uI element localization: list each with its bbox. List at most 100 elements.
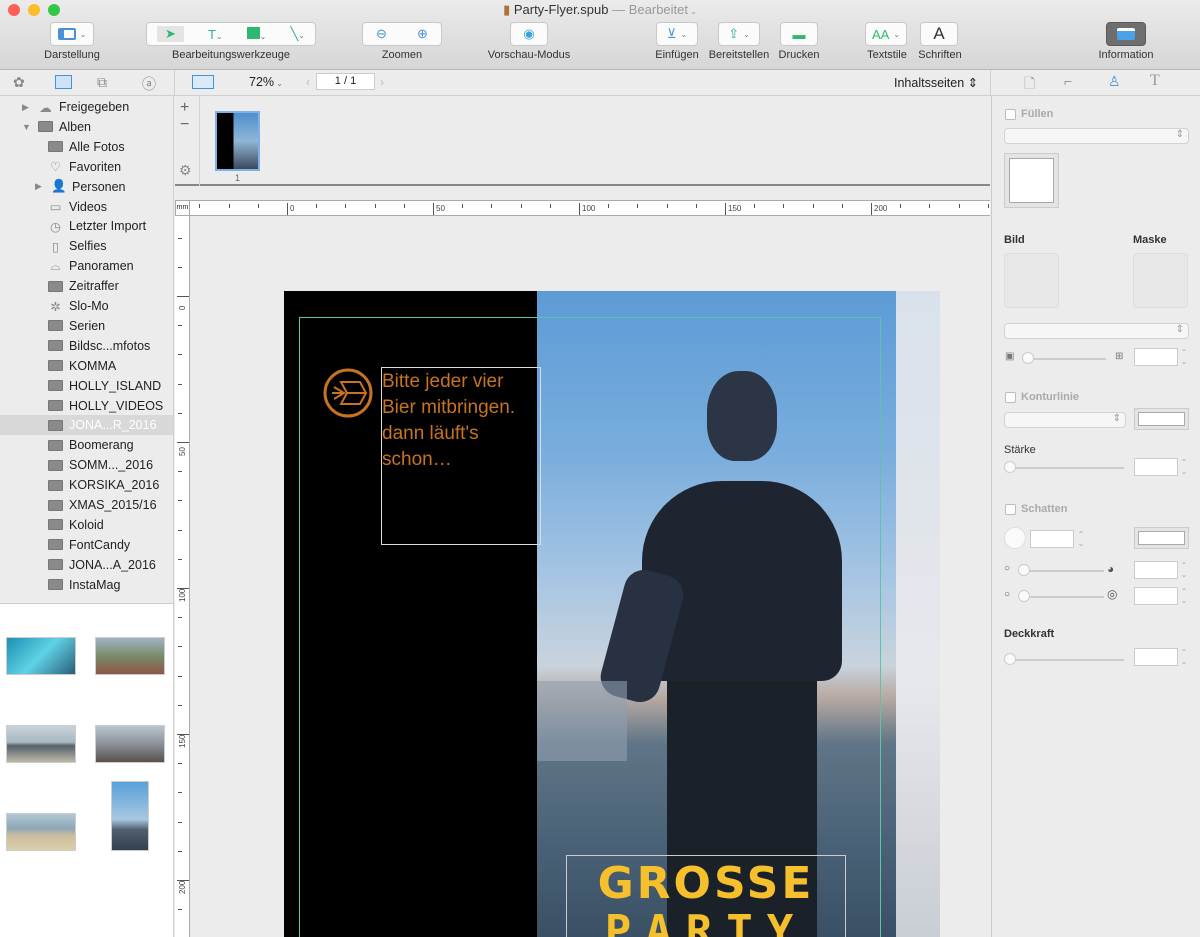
remove-page-button[interactable]: −	[180, 116, 189, 134]
stepper[interactable]: ⌃ ⌄	[1180, 561, 1188, 579]
stepper[interactable]: ⌃ ⌄	[1180, 348, 1188, 366]
sidebar-item[interactable]: ▯ Selfies	[48, 236, 106, 256]
sidebar-item[interactable]: HOLLY_ISLAND	[48, 376, 161, 396]
headline-box[interactable]: GROSSE PARTY	[566, 855, 846, 937]
page-thumbnail[interactable]	[215, 111, 260, 171]
print-button[interactable]: ▬	[780, 22, 818, 46]
effects-tab-icon[interactable]: ✿	[13, 74, 25, 91]
horizontal-ruler[interactable]: 0 50 100 150 200	[190, 200, 990, 216]
stepper[interactable]: ⌃ ⌄	[1180, 587, 1188, 605]
sidebar-item[interactable]: Serien	[48, 316, 105, 336]
sidebar-item[interactable]: ▶ 👤 Personen	[35, 177, 126, 197]
ruler-tab-icon[interactable]: ⌐	[1064, 73, 1072, 89]
style-brush-tab-icon[interactable]: ♙	[1108, 73, 1121, 90]
vertical-ruler[interactable]: 0 50 100 150 200	[175, 200, 190, 937]
sidebar-item[interactable]: ◷ Letzter Import	[48, 216, 146, 236]
slider-knob[interactable]	[1004, 653, 1016, 665]
text-tab-icon[interactable]: ⓐ	[142, 74, 156, 94]
photo-thumbnail[interactable]	[111, 781, 149, 851]
shadow-offset-field[interactable]	[1134, 561, 1178, 579]
image-well[interactable]	[1004, 253, 1059, 308]
shadow-offset-slider[interactable]	[1022, 570, 1104, 572]
disclosure-triangle-icon[interactable]: ▶	[22, 102, 32, 113]
gear-icon[interactable]: ⚙	[179, 162, 192, 179]
photo-thumbnail[interactable]	[6, 637, 76, 675]
shadow-angle-dial[interactable]	[1004, 527, 1026, 549]
slider-knob[interactable]	[1018, 564, 1030, 576]
stroke-checkbox[interactable]	[1005, 392, 1016, 403]
text-format-tab-icon[interactable]: T	[1150, 72, 1160, 90]
page-view-icon[interactable]	[192, 75, 214, 89]
sidebar-item[interactable]: KOMMA	[48, 356, 116, 376]
photos-tab-icon[interactable]	[55, 75, 72, 89]
sidebar-item[interactable]: JONA...R_2016	[0, 415, 173, 436]
photo-thumbnail[interactable]	[95, 725, 165, 763]
stepper[interactable]: ⌃ ⌄	[1180, 458, 1188, 476]
zoom-out-icon[interactable]: ⊖	[376, 26, 387, 42]
edited-status[interactable]: — Bearbeitet	[612, 2, 688, 17]
fill-type-select[interactable]	[1004, 128, 1189, 144]
preview-button[interactable]: ◉	[510, 22, 548, 46]
sidebar-item[interactable]: Bildsc...mfotos	[48, 336, 150, 356]
sidebar-item[interactable]: InstaMag	[48, 575, 120, 595]
strength-field[interactable]	[1134, 458, 1178, 476]
sidebar-item[interactable]: Alle Fotos	[48, 137, 125, 157]
sidebar-item[interactable]: FontCandy	[48, 535, 130, 555]
page-field[interactable]: 1 / 1	[316, 73, 375, 90]
sidebar-item[interactable]: ✲ Slo-Mo	[48, 296, 108, 316]
line-tool-icon[interactable]: ╲⌄	[290, 26, 305, 42]
fill-color-well[interactable]	[1004, 153, 1059, 208]
opacity-slider[interactable]	[1006, 659, 1124, 661]
shadow-color-well[interactable]	[1134, 527, 1189, 549]
stroke-color-well[interactable]	[1134, 408, 1189, 430]
photo-thumbnail[interactable]	[95, 637, 165, 675]
text-box[interactable]: Bitte jeder vier Bier mitbringen. dann l…	[381, 367, 541, 545]
strength-slider[interactable]	[1006, 467, 1124, 469]
photo-thumbnail[interactable]	[6, 813, 76, 851]
sidebar-item[interactable]: ▶ ☁ Freigegeben	[22, 97, 129, 117]
stepper[interactable]: ⌃ ⌄	[1077, 530, 1085, 548]
next-page-button[interactable]: ›	[380, 75, 384, 89]
text-styles-button[interactable]: AA ⌄	[865, 22, 907, 46]
photo-thumbnail[interactable]	[6, 725, 76, 763]
image-scaling-select[interactable]	[1004, 323, 1189, 339]
sidebar-item[interactable]: XMAS_2015/16	[48, 495, 157, 515]
text-tool-icon[interactable]: T⌄	[208, 27, 223, 42]
stepper[interactable]: ⌃ ⌄	[1180, 648, 1188, 666]
image-scale-slider[interactable]	[1024, 358, 1106, 360]
sidebar-item[interactable]: Koloid	[48, 515, 104, 535]
sidebar-item[interactable]: ⌓ Panoramen	[48, 256, 134, 276]
ruler-unit[interactable]: mm	[175, 200, 190, 216]
insert-button[interactable]: ⊻ ⌄	[656, 22, 698, 46]
shape-tool-icon[interactable]: ⌄	[246, 26, 266, 42]
shadow-blur-field[interactable]	[1134, 587, 1178, 605]
shadow-blur-slider[interactable]	[1022, 596, 1104, 598]
stroke-style-select[interactable]	[1004, 412, 1126, 428]
page-type-select[interactable]: Inhaltsseiten ⇕	[894, 75, 978, 90]
information-button[interactable]	[1106, 22, 1146, 46]
prev-page-button[interactable]: ‹	[306, 75, 310, 89]
slider-knob[interactable]	[1004, 461, 1016, 473]
sidebar-item[interactable]: Zeitraffer	[48, 276, 119, 296]
sidebar-item[interactable]: SOMM..._2016	[48, 455, 153, 475]
view-button[interactable]: ⌄	[50, 22, 94, 46]
arrow-tool-icon[interactable]: ➤	[157, 26, 184, 42]
share-button[interactable]: ⇪ ⌄	[718, 22, 760, 46]
disclosure-triangle-icon[interactable]: ▶	[35, 181, 45, 192]
slider-knob[interactable]	[1022, 352, 1034, 364]
sidebar-item[interactable]: ▼ Alben	[22, 117, 91, 137]
sidebar-item[interactable]: ▭ Videos	[48, 197, 107, 217]
sidebar-item[interactable]: KORSIKA_2016	[48, 475, 159, 495]
shadow-checkbox[interactable]	[1005, 504, 1016, 515]
zoom-in-icon[interactable]: ⊕	[417, 26, 428, 42]
sidebar-item[interactable]: HOLLY_VIDEOS	[48, 396, 163, 416]
shapes-tab-icon[interactable]: ⧉	[97, 74, 107, 91]
image-scale-field[interactable]	[1134, 348, 1178, 366]
sidebar-item[interactable]: JONA...A_2016	[48, 555, 156, 575]
fill-checkbox[interactable]	[1005, 109, 1016, 120]
sidebar-item[interactable]: ♡ Favoriten	[48, 157, 121, 177]
slider-knob[interactable]	[1018, 590, 1030, 602]
mask-well[interactable]	[1133, 253, 1188, 308]
add-page-button[interactable]: +	[180, 99, 189, 117]
sidebar-item[interactable]: Boomerang	[48, 435, 134, 455]
